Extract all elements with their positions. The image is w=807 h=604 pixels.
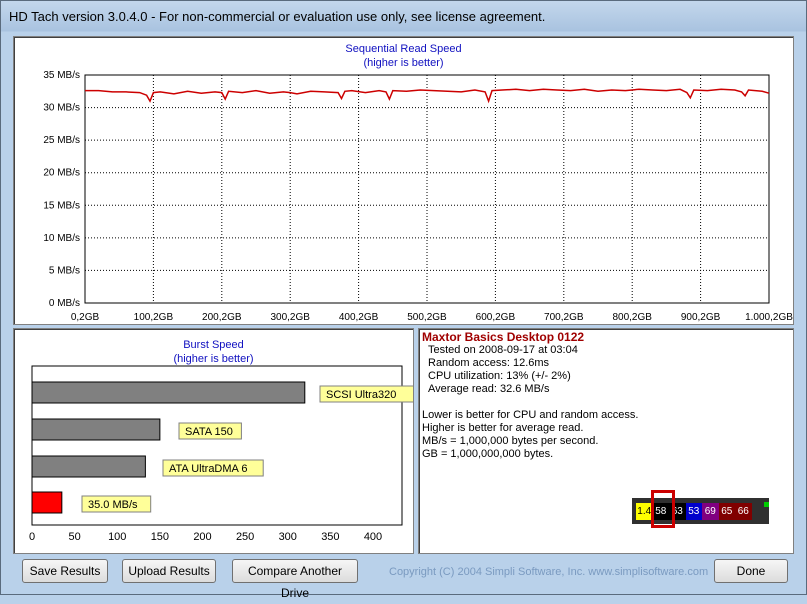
compare-drive-button[interactable]: Compare Another Drive xyxy=(232,559,358,600)
strip-cell: 65 xyxy=(718,503,735,520)
x-tick-label: 600,2GB xyxy=(476,312,516,323)
burst-tick-label: 300 xyxy=(279,531,297,543)
info-text: Maxtor Basics Desktop 0122 Tested on 200… xyxy=(422,331,638,461)
save-results-button[interactable]: Save Results xyxy=(22,559,108,583)
title-bar[interactable]: HD Tach version 3.0.4.0 - For non-commer… xyxy=(1,1,806,31)
burst-bar xyxy=(31,418,161,441)
x-tick-label: 700,2GB xyxy=(544,312,584,323)
burst-tick-label: 350 xyxy=(321,531,339,543)
burst-tick-label: 0 xyxy=(29,531,35,543)
strip-cell: 66 xyxy=(735,503,752,520)
x-tick-label: 500,2GB xyxy=(407,312,447,323)
burst-bar xyxy=(31,491,63,514)
y-tick-label: 15 MB/s xyxy=(43,200,80,211)
strip-highlight xyxy=(651,490,675,528)
y-tick-label: 35 MB/s xyxy=(43,70,80,81)
burst-tick-label: 200 xyxy=(193,531,211,543)
cpu-utilization: CPU utilization: 13% (+/- 2%) xyxy=(428,370,571,382)
x-tick-label: 100,2GB xyxy=(134,312,174,323)
y-tick-label: 25 MB/s xyxy=(43,135,80,146)
burst-bar xyxy=(31,455,146,478)
window-title: HD Tach version 3.0.4.0 - For non-commer… xyxy=(9,9,546,24)
average-read: Average read: 32.6 MB/s xyxy=(428,383,550,395)
x-tick-label: 400,2GB xyxy=(339,312,379,323)
burst-label: SCSI Ultra320 xyxy=(326,389,396,401)
tested-date: Tested on 2008-09-17 at 03:04 xyxy=(428,344,578,356)
x-tick-label: 900,2GB xyxy=(681,312,721,323)
note-gb: GB = 1,000,000,000 bytes. xyxy=(422,448,554,460)
x-tick-label: 300,2GB xyxy=(270,312,310,323)
burst-label: ATA UltraDMA 6 xyxy=(169,463,247,475)
sequential-read-panel: Sequential Read Speed (higher is better)… xyxy=(13,36,794,325)
done-button[interactable]: Done xyxy=(714,559,788,583)
burst-bar xyxy=(31,381,306,404)
y-tick-label: 10 MB/s xyxy=(43,233,80,244)
strip-cell: 53 xyxy=(685,503,702,520)
y-tick-label: 20 MB/s xyxy=(43,168,80,179)
burst-label: SATA 150 xyxy=(185,426,233,438)
y-tick-label: 0 MB/s xyxy=(49,298,80,309)
burst-speed-chart: SCSI Ultra320 SATA 150 ATA UltraDMA 6 35.0 … xyxy=(29,365,413,543)
note-cpu: Lower is better for CPU and random acces… xyxy=(422,409,639,421)
copyright-link[interactable]: Copyright (C) 2004 Simpli Software, Inc.… xyxy=(389,566,708,578)
note-mbs: MB/s = 1,000,000 bytes per second. xyxy=(422,435,599,447)
benchmark-strip: 1.4 58 63 53 69 65 66 xyxy=(632,490,769,528)
y-tick-label: 30 MB/s xyxy=(43,103,80,114)
burst-tick-label: 50 xyxy=(69,531,81,543)
burst-tick-label: 400 xyxy=(364,531,382,543)
random-access: Random access: 12.6ms xyxy=(428,357,550,369)
y-tick-label: 5 MB/s xyxy=(49,265,80,276)
strip-cell: 69 xyxy=(702,503,719,520)
note-read: Higher is better for average read. xyxy=(422,422,584,434)
burst-tick-label: 150 xyxy=(151,531,169,543)
x-tick-label: 1.000,2GB xyxy=(745,312,793,323)
x-tick-label: 800,2GB xyxy=(612,312,652,323)
x-tick-label: 200,2GB xyxy=(202,312,242,323)
drive-name: Maxtor Basics Desktop 0122 xyxy=(422,330,585,344)
sequential-read-chart: 35 MB/s 30 MB/s 25 MB/s 20 MB/s 15 MB/s 10 MB… xyxy=(43,70,793,323)
upload-results-button[interactable]: Upload Results xyxy=(122,559,216,583)
burst-speed-panel: Burst Speed (higher is better) SCSI Ultr… xyxy=(13,328,414,554)
green-indicator-icon xyxy=(764,502,769,507)
burst-label: 35.0 MB/s xyxy=(88,499,138,511)
burst-tick-label: 100 xyxy=(108,531,126,543)
burst-tick-label: 250 xyxy=(236,531,254,543)
x-tick-label: 0,2GB xyxy=(71,312,100,323)
